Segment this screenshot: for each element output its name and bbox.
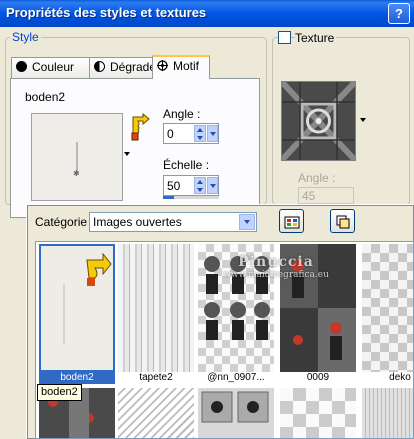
texture-angle-label: Angle : <box>298 171 336 185</box>
scale-label: Échelle : <box>163 158 210 172</box>
angle-label: Angle : <box>163 107 201 121</box>
window-title: Propriétés des styles et textures <box>6 5 207 20</box>
solid-circle-icon <box>16 61 27 72</box>
tab-couleur[interactable]: Couleur <box>11 57 90 78</box>
thumbnail-row2-4[interactable] <box>362 388 413 438</box>
copy-pattern-button[interactable] <box>330 209 355 233</box>
copy-icon <box>335 214 351 233</box>
tab-degrade-label: Dégradé <box>110 60 157 74</box>
tab-couleur-label: Couleur <box>32 60 75 74</box>
thumbnail-caption: boden2 <box>39 372 115 384</box>
angle-spin-arrows[interactable] <box>194 125 206 142</box>
category-value[interactable]: Images ouvertes <box>93 215 182 229</box>
scale-slider-track[interactable] <box>163 196 219 199</box>
category-select[interactable]: Images ouvertes <box>89 212 257 232</box>
thumbnail-caption: deko <box>389 372 411 383</box>
pattern-dropdown-arrow[interactable] <box>124 152 130 156</box>
thumbnail-tooltip: boden2 <box>37 384 82 401</box>
texture-angle-spinner[interactable]: 45 <box>298 187 354 204</box>
hand-pointer-icon <box>129 112 151 144</box>
scale-value[interactable]: 50 <box>167 179 180 193</box>
category-label: Catégorie : <box>35 215 94 229</box>
style-group-label: Style <box>10 30 41 44</box>
tab-motif[interactable]: Motif <box>152 55 210 79</box>
pattern-name: boden2 <box>25 90 66 104</box>
texture-checkbox[interactable] <box>278 31 291 44</box>
thumbnail-row2-3[interactable] <box>280 388 356 438</box>
title-bar[interactable]: Propriétés des styles et textures ? <box>0 0 414 27</box>
texture-dropdown-arrow[interactable] <box>360 118 366 122</box>
watermark-line2: www.maidiregrafica.eu <box>223 270 329 280</box>
angle-spinner[interactable]: 0 <box>163 123 219 144</box>
thumbnail-row2-1[interactable] <box>118 388 194 438</box>
color-pattern-button[interactable] <box>279 209 304 233</box>
scale-dropdown[interactable] <box>207 177 218 194</box>
tab-degrade[interactable]: Dégradé <box>89 57 157 78</box>
scale-slider-fill <box>163 196 175 199</box>
texture-label[interactable]: Texture <box>295 31 337 45</box>
watermark-line1: Pinuccia <box>238 254 314 270</box>
scale-spin-arrows[interactable] <box>194 177 206 194</box>
color-pattern-icon <box>284 214 300 233</box>
pattern-preview[interactable]: ✱ <box>31 113 123 201</box>
half-circle-icon <box>94 61 105 72</box>
tab-motif-label: Motif <box>173 59 200 73</box>
svg-text:✱: ✱ <box>73 169 80 178</box>
scale-spinner[interactable]: 50 <box>163 175 219 196</box>
help-button[interactable]: ? <box>388 3 410 24</box>
angle-dropdown[interactable] <box>207 125 218 142</box>
texture-preview[interactable] <box>279 79 358 163</box>
thumbnail-row2-2[interactable] <box>198 388 274 438</box>
thumbnail-caption: tapete2 <box>139 372 173 383</box>
motif-panel: boden2 ✱ Angle : 0 Échelle : 50 <box>10 78 260 218</box>
watermark: Pinuccia www.maidiregrafica.eu <box>176 254 376 280</box>
thumbnail-caption: @nn_0907... <box>207 372 265 383</box>
texture-angle-value[interactable]: 45 <box>302 189 315 203</box>
pattern-thumbnail-grid[interactable]: boden2 tapete2 @nn_0907... 0009 deko Pin… <box>35 241 414 439</box>
thumbnail-image[interactable] <box>39 244 115 372</box>
pattern-icon <box>157 58 168 71</box>
category-dropdown-button[interactable] <box>239 214 255 230</box>
angle-value[interactable]: 0 <box>167 127 174 141</box>
thumbnail-caption: 0009 <box>306 372 330 383</box>
